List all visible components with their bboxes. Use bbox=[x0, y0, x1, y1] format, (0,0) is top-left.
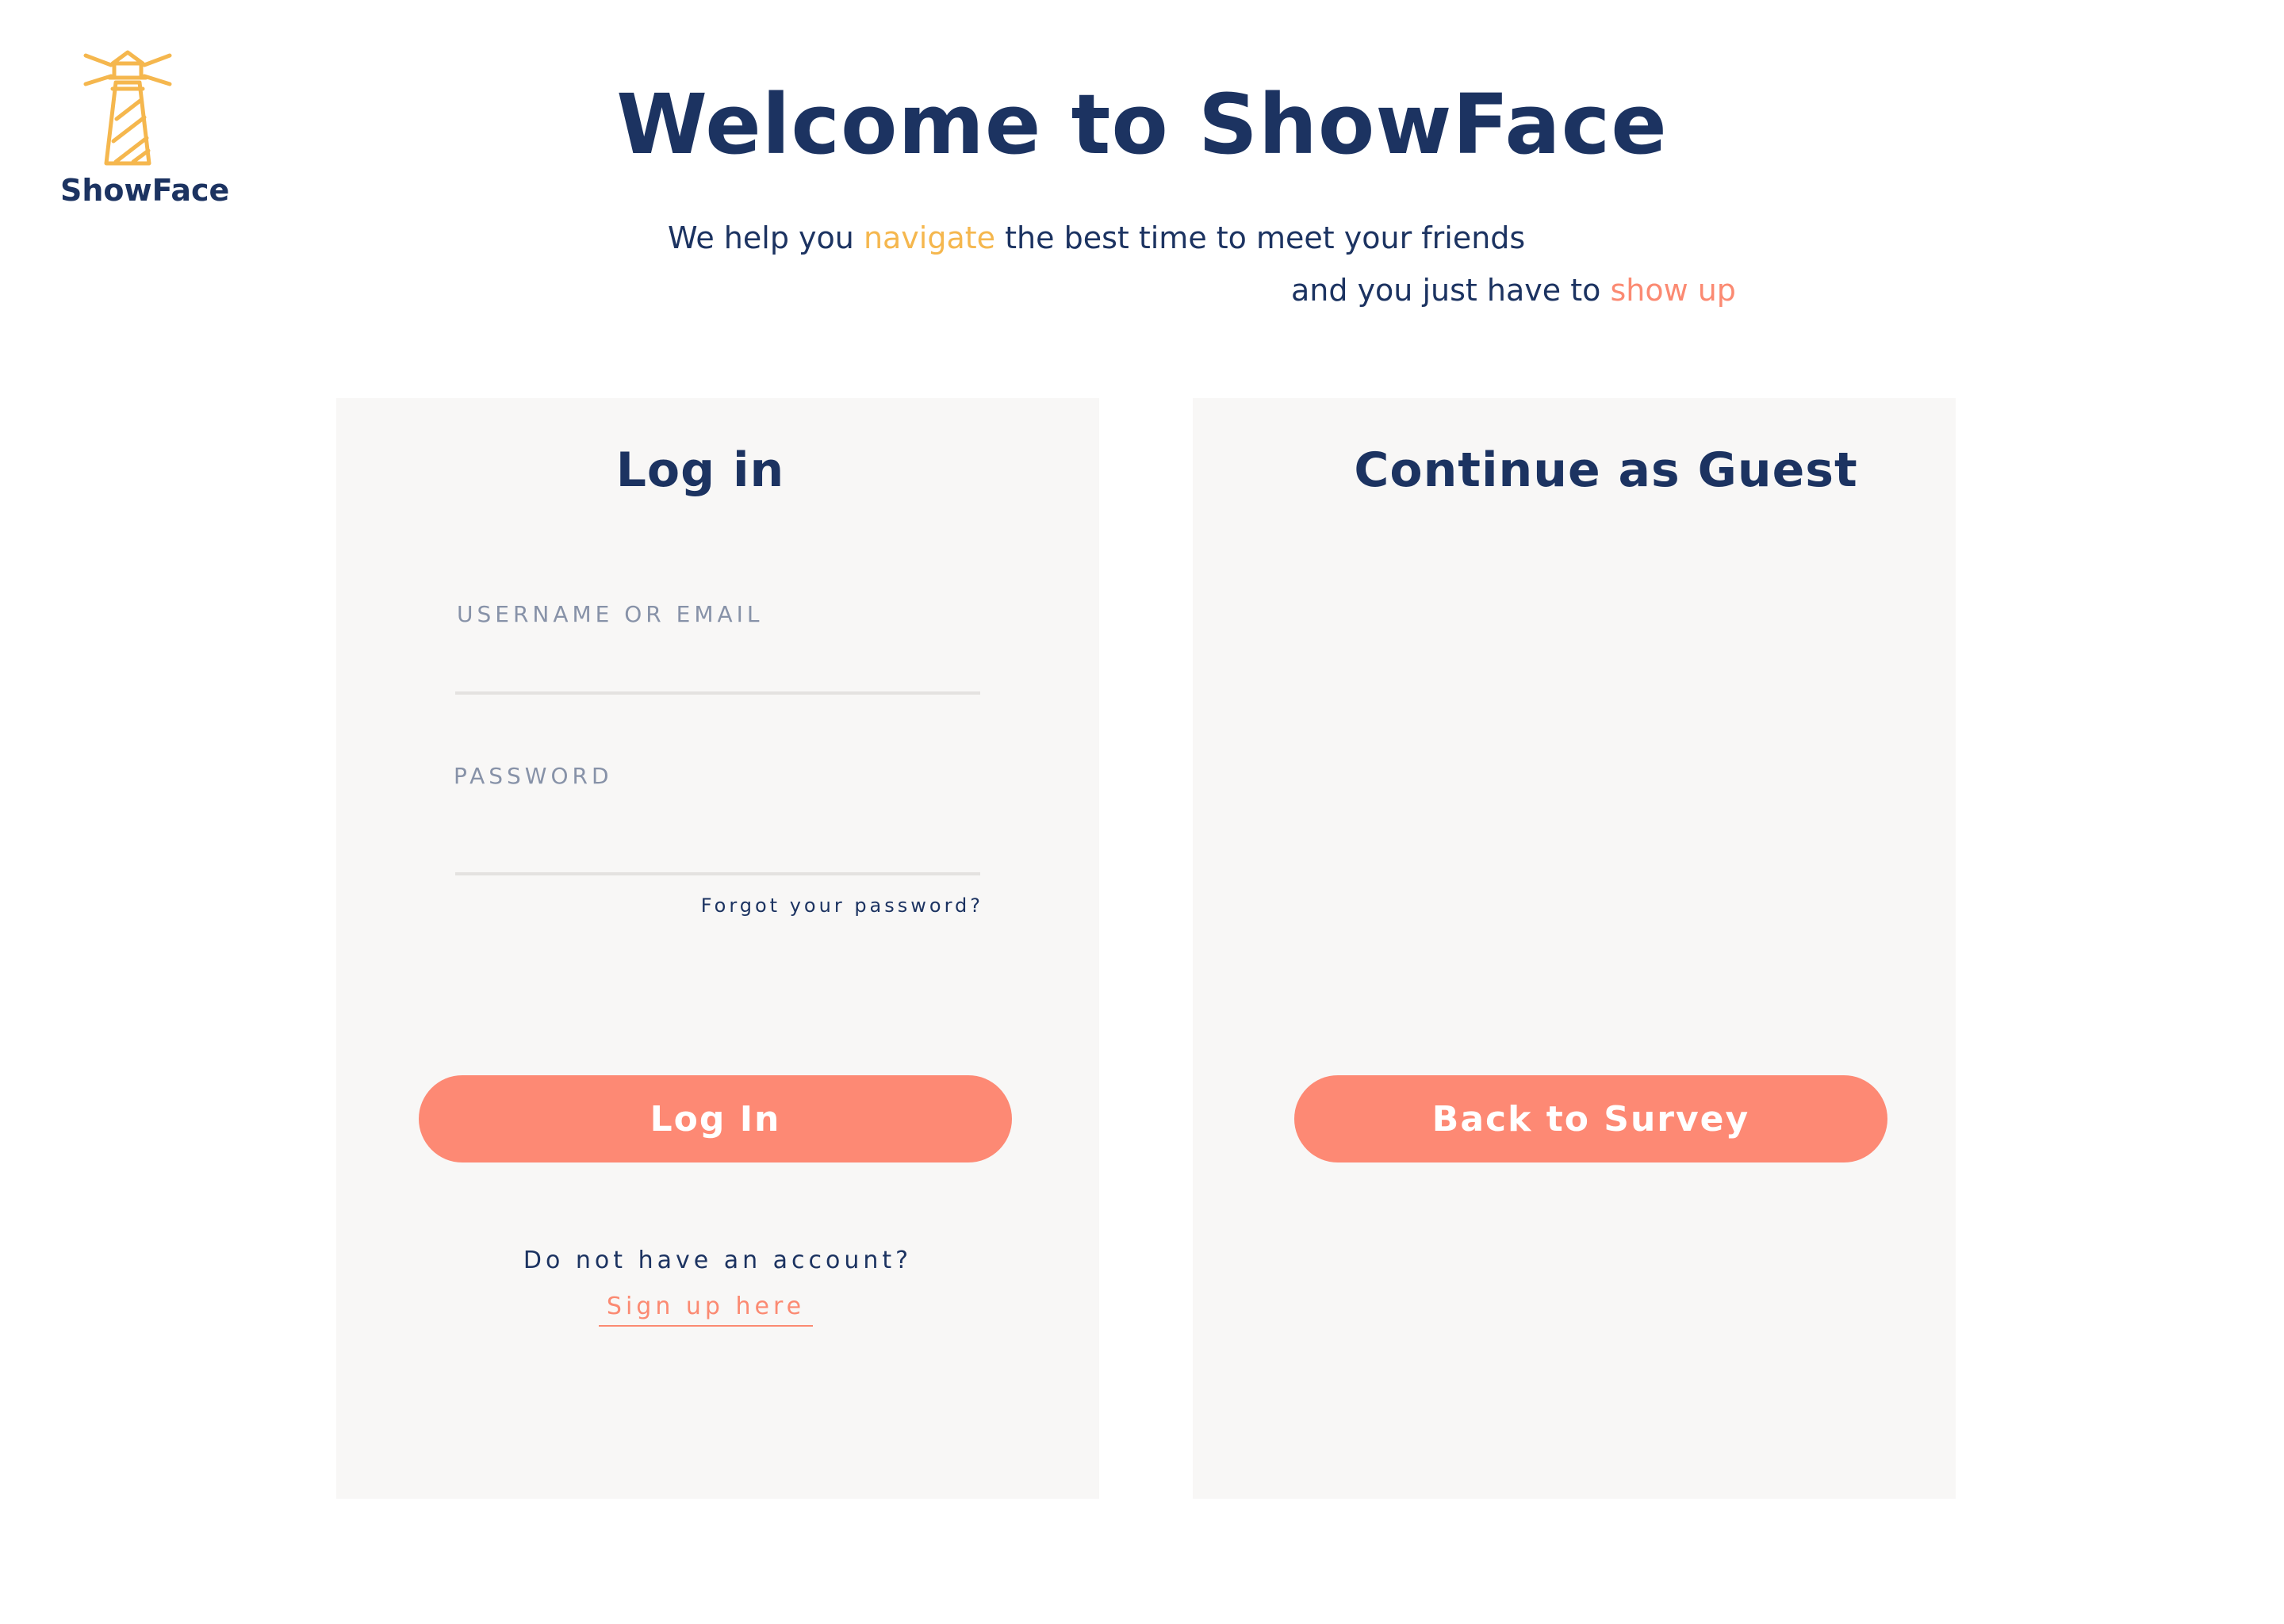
tagline-line-1: We help you navigate the best time to me… bbox=[668, 220, 1525, 255]
forgot-password-link[interactable]: Forgot your password? bbox=[701, 894, 983, 917]
tagline-text: and you just have to bbox=[1291, 273, 1611, 308]
tagline-text: We help you bbox=[668, 220, 864, 255]
login-button[interactable]: Log In bbox=[419, 1075, 1012, 1162]
tagline-highlight-show-up: show up bbox=[1610, 273, 1736, 308]
guest-panel: Continue as Guest Back to Survey bbox=[1193, 398, 1956, 1499]
login-panel: Log in USERNAME OR EMAIL PASSWORD Forgot… bbox=[336, 398, 1099, 1499]
signup-wrapper: Sign up here bbox=[336, 1293, 1099, 1327]
password-label: PASSWORD bbox=[454, 763, 613, 789]
no-account-text: Do not have an account? bbox=[523, 1247, 913, 1274]
username-label: USERNAME OR EMAIL bbox=[457, 601, 764, 627]
password-field[interactable] bbox=[455, 834, 980, 875]
signup-link[interactable]: Sign up here bbox=[598, 1293, 814, 1327]
tagline-highlight-navigate: navigate bbox=[863, 220, 996, 255]
login-page: ShowFace Welcome to ShowFace We help you… bbox=[0, 0, 2284, 1624]
login-panel-title: Log in bbox=[615, 442, 785, 498]
page-title: Welcome to ShowFace bbox=[616, 76, 1668, 173]
back-to-survey-button[interactable]: Back to Survey bbox=[1294, 1075, 1887, 1162]
tagline-line-2: and you just have to show up bbox=[1291, 273, 1736, 308]
brand-name: ShowFace bbox=[60, 173, 230, 208]
username-field[interactable] bbox=[455, 653, 980, 695]
guest-panel-title: Continue as Guest bbox=[1354, 442, 1858, 498]
tagline-text: the best time to meet your friends bbox=[995, 220, 1526, 255]
